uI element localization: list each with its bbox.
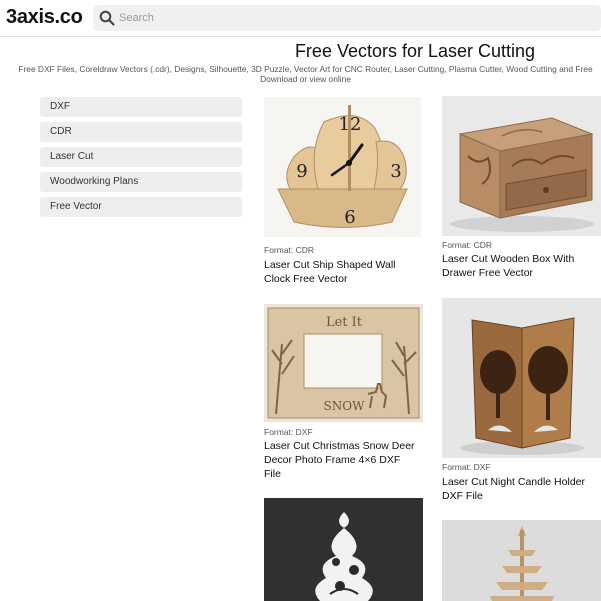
ship-clock-image[interactable]: 12 3 6 9 <box>264 97 421 237</box>
candle-holder-illustration <box>442 298 601 458</box>
product-title[interactable]: Laser Cut Night Candle Holder DXF File <box>442 475 594 503</box>
frame-text-top: Let It <box>326 315 363 330</box>
clock-numeral-12: 12 <box>339 114 362 135</box>
clock-numeral-3: 3 <box>390 161 401 182</box>
category-cdr[interactable]: CDR <box>40 122 242 142</box>
product-card-ship-clock[interactable]: 12 3 6 9 Format: CDR Laser Cut Ship Shap… <box>264 97 424 292</box>
search-box[interactable] <box>93 5 601 31</box>
wooden-box-illustration <box>442 96 601 236</box>
category-woodworking-plans[interactable]: Woodworking Plans <box>40 172 242 192</box>
clock-numeral-9: 9 <box>296 161 307 182</box>
format-label: Format: CDR <box>264 245 315 255</box>
page-subtitle: Free DXF Files, Coreldraw Vectors (.cdr)… <box>18 64 593 84</box>
format-label: Format: DXF <box>442 462 491 472</box>
product-card-tree-ornament[interactable] <box>264 498 424 601</box>
wooden-box-image[interactable] <box>442 96 601 236</box>
search-input[interactable] <box>119 9 589 27</box>
photo-frame-image[interactable]: Let It SNOW <box>264 304 423 422</box>
format-label: Format: CDR <box>442 240 493 250</box>
wooden-tree-image[interactable] <box>442 520 601 601</box>
product-card-photo-frame[interactable]: Let It SNOW Format: DXF Laser Cut Christ… <box>264 304 424 484</box>
ship-clock-illustration: 12 3 6 9 <box>264 97 421 237</box>
product-title[interactable]: Laser Cut Christmas Snow Deer Decor Phot… <box>264 439 419 481</box>
clock-numeral-6: 6 <box>344 207 355 228</box>
site-logo[interactable]: 3axis.co <box>6 6 83 29</box>
wooden-tree-illustration <box>442 520 601 601</box>
product-title[interactable]: Laser Cut Wooden Box With Drawer Free Ve… <box>442 252 592 280</box>
photo-frame-illustration: Let It SNOW <box>264 304 423 422</box>
category-sidebar: DXF CDR Laser Cut Woodworking Plans Free… <box>40 97 242 222</box>
format-label: Format: DXF <box>264 427 313 437</box>
tree-ornament-illustration <box>264 498 423 601</box>
page-title: Free Vectors for Laser Cutting <box>294 41 536 61</box>
product-card-candle-holder[interactable]: Format: DXF Laser Cut Night Candle Holde… <box>442 298 601 508</box>
top-bar: 3axis.co <box>0 0 601 37</box>
candle-holder-image[interactable] <box>442 298 601 458</box>
product-title[interactable]: Laser Cut Ship Shaped Wall Clock Free Ve… <box>264 258 414 286</box>
search-icon <box>99 10 115 26</box>
frame-text-bottom: SNOW <box>324 399 366 413</box>
product-card-wooden-box[interactable]: Format: CDR Laser Cut Wooden Box With Dr… <box>442 96 601 286</box>
category-dxf[interactable]: DXF <box>40 97 242 117</box>
category-laser-cut[interactable]: Laser Cut <box>40 147 242 167</box>
product-card-wooden-tree[interactable] <box>442 520 601 601</box>
category-free-vector[interactable]: Free Vector <box>40 197 242 217</box>
christmas-tree-ornament-image[interactable] <box>264 498 423 601</box>
